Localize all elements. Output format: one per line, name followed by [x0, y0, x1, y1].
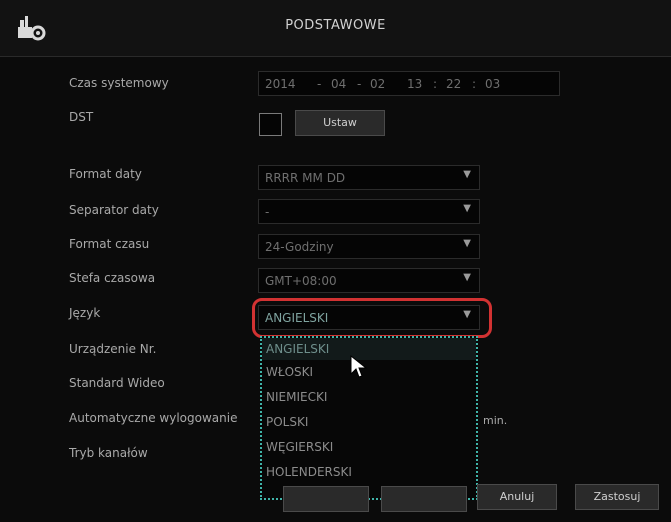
label-video-standard: Standard Wideo	[69, 376, 165, 390]
time-sep-4: :	[472, 77, 477, 91]
triangle-down-icon: ▼	[463, 203, 471, 214]
time-format-select[interactable]: 24-Godziny ▼	[258, 234, 480, 259]
label-system-time: Czas systemowy	[69, 76, 169, 90]
time-sep-1: -	[317, 77, 322, 91]
label-auto-logout: Automatyczne wylogowanie	[69, 411, 238, 425]
auto-logout-unit: min.	[483, 414, 508, 427]
label-device-number: Urządzenie Nr.	[69, 342, 157, 356]
dst-checkbox[interactable]	[259, 113, 282, 136]
triangle-down-icon: ▼	[463, 238, 471, 249]
language-dropdown-list[interactable]: ANGIELSKI WŁOSKI NIEMIECKI POLSKI WĘGIER…	[260, 336, 478, 500]
system-time-field[interactable]: 2014 - 04 - 02 13 : 22 : 03	[258, 71, 560, 96]
time-sep-2: -	[357, 77, 362, 91]
label-dst: DST	[69, 110, 94, 124]
time-year[interactable]: 2014	[265, 72, 296, 97]
language-option[interactable]: WŁOSKI	[266, 365, 313, 379]
label-language: Język	[69, 306, 101, 320]
time-zone-value: GMT+08:00	[265, 274, 337, 288]
language-option[interactable]: POLSKI	[266, 415, 308, 429]
label-date-format: Format daty	[69, 167, 142, 181]
title-bar: PODSTAWOWE	[0, 0, 671, 57]
time-hour[interactable]: 13	[407, 72, 422, 97]
date-format-value: RRRR MM DD	[265, 171, 346, 185]
time-sep-3: :	[433, 77, 438, 91]
hidden-button-1[interactable]	[283, 486, 369, 512]
language-option[interactable]: ANGIELSKI	[262, 338, 476, 360]
time-month[interactable]: 04	[331, 72, 346, 97]
date-separator-value: -	[265, 205, 270, 219]
mouse-pointer-icon	[350, 354, 368, 378]
language-highlight-ring	[252, 298, 492, 338]
time-zone-select[interactable]: GMT+08:00 ▼	[258, 268, 480, 293]
label-time-zone: Stefa czasowa	[69, 271, 156, 285]
language-option[interactable]: NIEMIECKI	[266, 390, 327, 404]
label-time-format: Format czasu	[69, 237, 150, 251]
triangle-down-icon: ▼	[463, 169, 471, 180]
date-format-select[interactable]: RRRR MM DD ▼	[258, 165, 480, 190]
time-second[interactable]: 03	[485, 72, 500, 97]
language-option[interactable]: HOLENDERSKI	[266, 465, 352, 479]
language-option[interactable]: WĘGIERSKI	[266, 440, 333, 454]
dst-setup-button[interactable]: Ustaw	[295, 110, 385, 136]
date-separator-select[interactable]: - ▼	[258, 199, 480, 224]
label-date-separator: Separator daty	[69, 203, 159, 217]
window-title: PODSTAWOWE	[285, 18, 386, 33]
triangle-down-icon: ▼	[463, 272, 471, 283]
hidden-button-2[interactable]	[381, 486, 467, 512]
cancel-button[interactable]: Anuluj	[477, 484, 557, 510]
time-minute[interactable]: 22	[446, 72, 461, 97]
apply-button[interactable]: Zastosuj	[575, 484, 659, 510]
time-day[interactable]: 02	[370, 72, 385, 97]
label-channel-mode: Tryb kanałów	[69, 446, 148, 460]
time-format-value: 24-Godziny	[265, 240, 334, 254]
